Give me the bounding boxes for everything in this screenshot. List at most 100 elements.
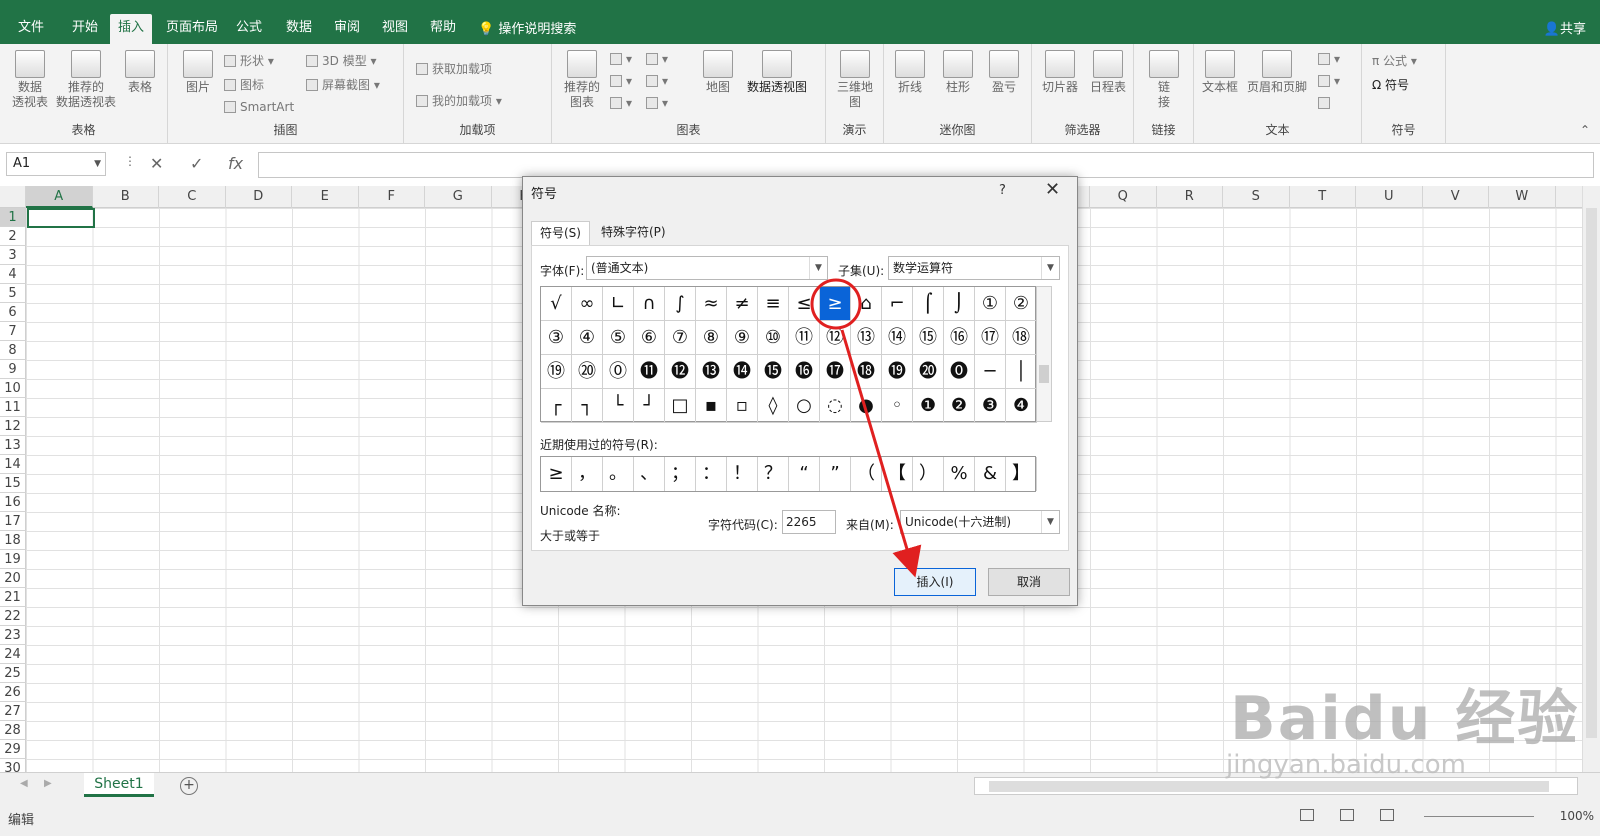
row-header[interactable]: 28	[0, 721, 26, 740]
stat-chart-button[interactable]: ▾	[646, 74, 668, 88]
vertical-scrollbar[interactable]	[1582, 186, 1600, 772]
symbol-cell[interactable]: ⑲	[541, 355, 572, 389]
name-box[interactable]: A1 ▼	[6, 152, 106, 176]
symbol-cell[interactable]: ❸	[975, 389, 1006, 423]
column-header[interactable]: R	[1157, 186, 1223, 208]
symbol-cell[interactable]: ⌐	[882, 287, 913, 321]
recommended-charts-button[interactable]: 推荐的 图表	[558, 50, 606, 110]
symbol-cell[interactable]: ⑯	[944, 321, 975, 355]
symbol-cell[interactable]: │	[1006, 355, 1037, 389]
symbol-cell[interactable]: ⓴	[913, 355, 944, 389]
symbol-cell[interactable]: ④	[572, 321, 603, 355]
symbol-cell[interactable]: ⑱	[1006, 321, 1037, 355]
symbol-cell[interactable]: ⓿	[944, 355, 975, 389]
row-header[interactable]: 9	[0, 360, 26, 379]
symbol-cell[interactable]: ◌	[820, 389, 851, 423]
symbol-cell[interactable]: ∞	[572, 287, 603, 321]
symbol-cell[interactable]: ≡	[758, 287, 789, 321]
symbol-cell[interactable]: ┘	[634, 389, 665, 423]
tab-view[interactable]: 视图	[374, 14, 416, 44]
hierarchy-chart-button[interactable]: ▾	[610, 74, 632, 88]
tab-insert[interactable]: 插入	[110, 14, 153, 44]
column-header[interactable]: U	[1356, 186, 1423, 208]
symbol-cell[interactable]: ⑰	[975, 321, 1006, 355]
symbol-cell[interactable]: ⌂	[851, 287, 882, 321]
row-header[interactable]: 2	[0, 227, 26, 246]
tab-data[interactable]: 数据	[278, 14, 320, 44]
column-header[interactable]: T	[1290, 186, 1356, 208]
tab-home[interactable]: 开始	[64, 14, 106, 44]
page-layout-view-icon[interactable]	[1340, 809, 1354, 821]
tab-help[interactable]: 帮助	[422, 14, 464, 44]
line-chart-button[interactable]: ▾	[646, 52, 668, 66]
tab-special-characters[interactable]: 特殊字符(P)	[593, 221, 674, 245]
recent-symbol-cell[interactable]: 【	[882, 457, 913, 491]
recent-symbol-cell[interactable]: 。	[603, 457, 634, 491]
row-header[interactable]: 13	[0, 436, 26, 455]
symbol-cell[interactable]: ⓯	[758, 355, 789, 389]
object-button[interactable]	[1318, 96, 1334, 110]
scatter-chart-button[interactable]: ▾	[646, 96, 668, 110]
recent-symbol-cell[interactable]: ；	[665, 457, 696, 491]
pivottable-button[interactable]: 数据 透视表	[8, 50, 52, 110]
row-header[interactable]: 8	[0, 341, 26, 360]
scroll-thumb[interactable]	[1039, 365, 1049, 383]
symbol-cell[interactable]: ❶	[913, 389, 944, 423]
symbol-cell-selected[interactable]: ≥	[820, 287, 851, 321]
symbol-button[interactable]: Ω 符号	[1372, 76, 1409, 93]
row-header[interactable]: 12	[0, 417, 26, 436]
symbol-cell[interactable]: ⑧	[696, 321, 727, 355]
equation-button[interactable]: π 公式 ▾	[1372, 52, 1417, 69]
pivotchart-button[interactable]: 数据透视图	[738, 50, 816, 95]
row-header[interactable]: 26	[0, 683, 26, 702]
timeline-button[interactable]: 日程表	[1086, 50, 1130, 95]
insert-button[interactable]: 插入(I)	[894, 568, 976, 596]
symbol-cell[interactable]: ◦	[882, 389, 913, 423]
recent-symbol-cell[interactable]: ！	[727, 457, 758, 491]
help-icon[interactable]: ?	[999, 183, 1006, 198]
symbol-cell[interactable]: ⑪	[789, 321, 820, 355]
zoom-slider[interactable]	[1424, 816, 1534, 817]
recent-symbol-cell[interactable]: %	[944, 457, 975, 491]
symbol-cell[interactable]: ⓭	[696, 355, 727, 389]
active-cell[interactable]	[27, 208, 95, 228]
symbol-cell[interactable]: ⌡	[944, 287, 975, 321]
recent-symbol-cell[interactable]: 、	[634, 457, 665, 491]
row-header[interactable]: 29	[0, 740, 26, 759]
add-sheet-icon[interactable]: +	[180, 777, 198, 795]
symbol-cell[interactable]: ┐	[572, 389, 603, 423]
row-header[interactable]: 4	[0, 265, 26, 284]
row-header[interactable]: 18	[0, 531, 26, 550]
row-header[interactable]: 1	[0, 208, 26, 227]
row-header[interactable]: 5	[0, 284, 26, 303]
symbol-cell[interactable]: ⓬	[665, 355, 696, 389]
symbol-cell[interactable]: ⑮	[913, 321, 944, 355]
column-header[interactable]: W	[1489, 186, 1556, 208]
share-button[interactable]: 👤共享	[1544, 18, 1586, 37]
slicer-button[interactable]: 切片器	[1038, 50, 1082, 95]
row-header[interactable]: 21	[0, 588, 26, 607]
scroll-thumb[interactable]	[989, 781, 1549, 792]
symbol-cell[interactable]: ⓰	[789, 355, 820, 389]
prev-sheet-icon[interactable]: ◀	[20, 778, 28, 789]
row-header[interactable]: 15	[0, 474, 26, 493]
sparkline-column-button[interactable]: 柱形	[938, 50, 978, 95]
symbol-cell[interactable]: ③	[541, 321, 572, 355]
row-header[interactable]: 19	[0, 550, 26, 569]
insert-function-icon[interactable]: fx	[228, 154, 243, 173]
zoom-level[interactable]: 100%	[1560, 809, 1594, 823]
from-select[interactable]: Unicode(十六进制) ▼	[900, 510, 1060, 534]
column-header[interactable]: A	[26, 186, 93, 208]
scroll-thumb[interactable]	[1586, 208, 1597, 738]
row-header[interactable]: 7	[0, 322, 26, 341]
recent-symbol-cell[interactable]: ，	[572, 457, 603, 491]
row-header[interactable]: 30	[0, 759, 26, 772]
column-header[interactable]: F	[359, 186, 425, 208]
symbol-cell[interactable]: ◊	[758, 389, 789, 423]
row-header[interactable]: 20	[0, 569, 26, 588]
font-select[interactable]: (普通文本) ▼	[586, 256, 828, 280]
column-header[interactable]: V	[1423, 186, 1489, 208]
recent-symbol-cell[interactable]: ≥	[541, 457, 572, 491]
recent-symbol-cell[interactable]: &	[975, 457, 1006, 491]
page-break-view-icon[interactable]	[1380, 809, 1394, 821]
